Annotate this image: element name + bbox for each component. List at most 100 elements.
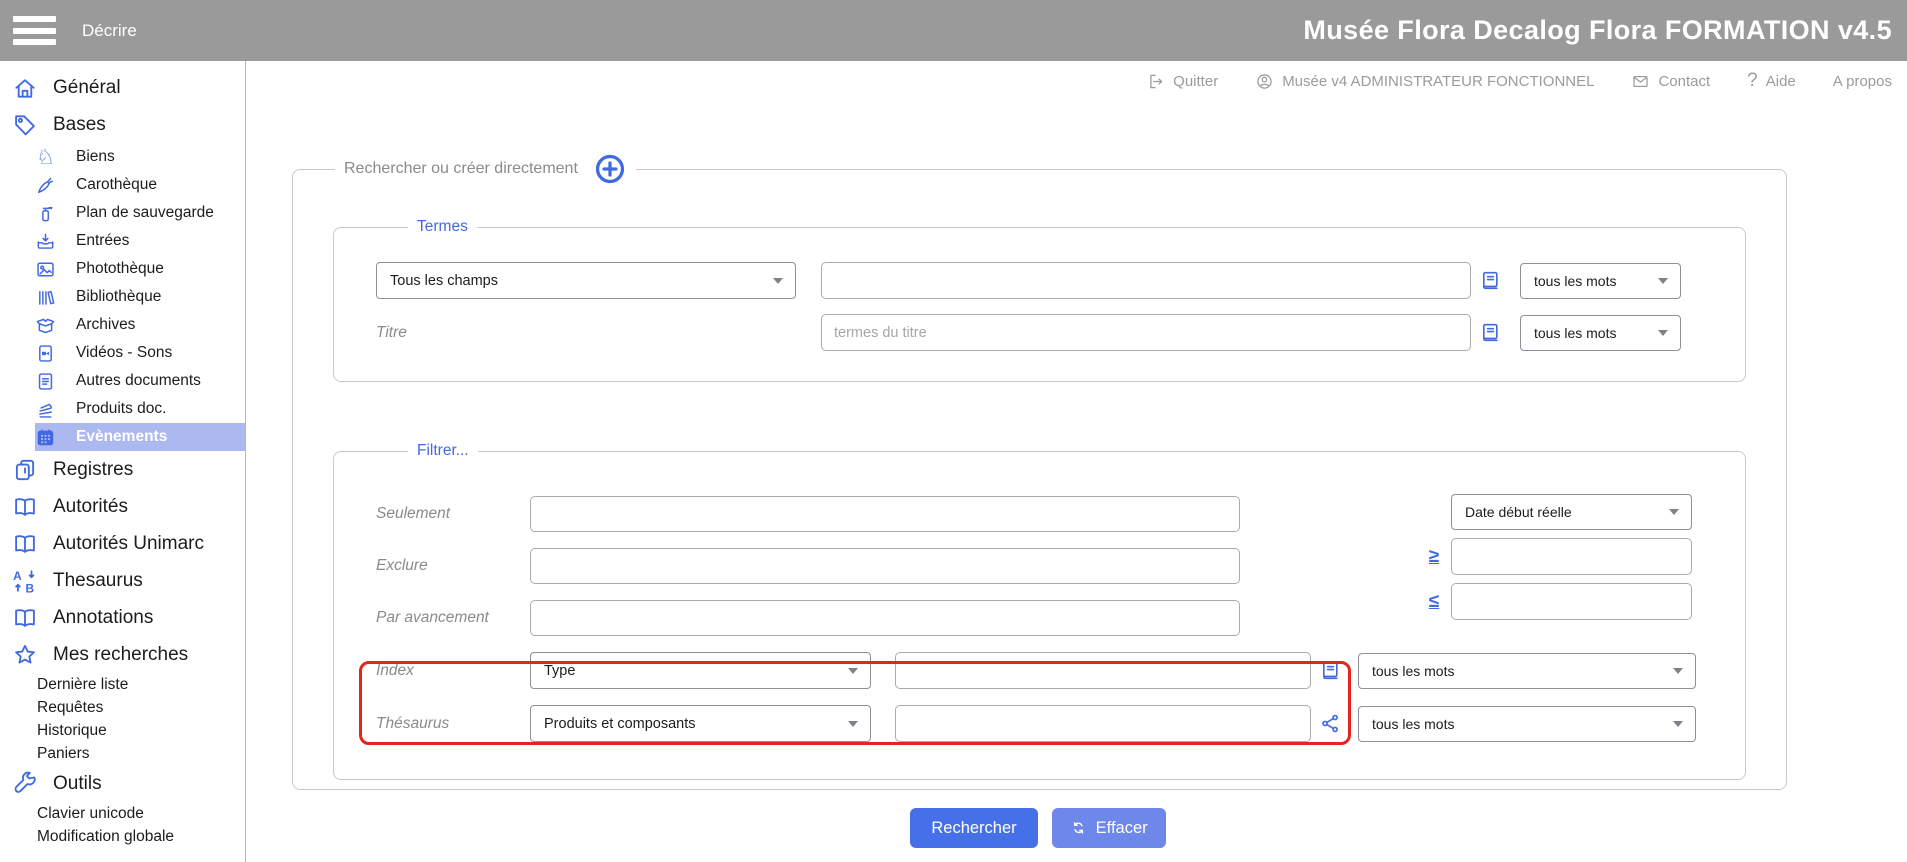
module-title: Décrire (82, 21, 137, 41)
add-button[interactable] (593, 152, 627, 186)
quitter-link[interactable]: Quitter (1146, 72, 1218, 91)
date-gte-input[interactable] (1451, 538, 1692, 575)
sidebar-item-mes-recherches[interactable]: Mes recherches (0, 636, 245, 673)
sidebar-item-biens[interactable]: ♘ Biens (35, 143, 245, 171)
sidebar-item-label: Autorités (53, 496, 128, 518)
thesaurus-input[interactable] (895, 705, 1311, 742)
sidebar-item-label: Plan de sauvegarde (76, 204, 214, 222)
rechercher-button[interactable]: Rechercher (910, 808, 1037, 848)
sidebar-item-label: Requêtes (37, 699, 103, 717)
field-select[interactable]: Tous les champs (376, 262, 796, 299)
termes-section: Termes Tous les champs tous les mots (333, 218, 1746, 382)
filtrer-section: Filtrer... Seulement Exclure Par avancem… (333, 442, 1746, 780)
envelope-icon (1631, 72, 1650, 91)
match-mode-select[interactable]: tous les mots (1520, 315, 1681, 351)
actions-bar: Rechercher Effacer (292, 808, 1784, 848)
sidebar-item-general[interactable]: Général (0, 69, 245, 106)
sidebar-item-label: Thesaurus (53, 570, 143, 592)
sidebar-item-label: Vidéos - Sons (76, 344, 172, 362)
termes-legend: Termes (408, 218, 477, 236)
date-type-value: Date début réelle (1465, 504, 1572, 520)
sidebar-item-paniers[interactable]: Paniers (0, 742, 245, 765)
aide-link[interactable]: ? Aide (1747, 70, 1796, 92)
sidebar-item-phototheque[interactable]: Photothèque (35, 255, 245, 283)
sidebar-item-requetes[interactable]: Requêtes (0, 696, 245, 719)
exclure-input[interactable] (530, 548, 1240, 584)
document-icon (35, 371, 56, 392)
field-select-value: Tous les champs (390, 273, 498, 289)
termes-row-all-fields: Tous les champs tous les mots (376, 262, 1745, 299)
sidebar-item-label: Evènements (76, 428, 167, 446)
search-panel: Rechercher ou créer directement Termes T… (292, 152, 1787, 790)
effacer-button[interactable]: Effacer (1052, 808, 1166, 848)
calendar-icon (35, 427, 56, 448)
a-propos-link[interactable]: A propos (1833, 73, 1892, 90)
image-icon (35, 259, 56, 280)
less-equal-link[interactable]: ≤ (1424, 591, 1444, 613)
statue-icon: ♘ (35, 147, 56, 168)
aide-label: Aide (1766, 73, 1796, 90)
sidebar-item-autorites[interactable]: Autorités (0, 488, 245, 525)
chevron-down-icon (848, 668, 858, 674)
date-lte-input[interactable] (1451, 583, 1692, 620)
fire-extinguisher-icon (35, 203, 56, 224)
match-mode-select[interactable]: tous les mots (1520, 263, 1681, 299)
registers-icon (12, 457, 38, 483)
sidebar-item-carotheque[interactable]: Carothèque (35, 171, 245, 199)
app-root: Décrire Musée Flora Decalog Flora FORMAT… (0, 0, 1907, 862)
sidebar-item-derniere-liste[interactable]: Dernière liste (0, 673, 245, 696)
terms-input[interactable] (821, 262, 1471, 299)
contact-link[interactable]: Contact (1631, 72, 1710, 91)
index-book-icon[interactable] (1479, 321, 1502, 344)
share-nodes-icon[interactable] (1319, 712, 1342, 735)
sidebar-item-clavier-unicode[interactable]: Clavier unicode (0, 802, 245, 825)
header-bar: Décrire Musée Flora Decalog Flora FORMAT… (0, 0, 1907, 61)
sidebar-item-bibliotheque[interactable]: Bibliothèque (35, 283, 245, 311)
index-book-icon[interactable] (1479, 269, 1502, 292)
sidebar-item-evenements[interactable]: Evènements (35, 423, 245, 451)
date-filter-column: Date début réelle ≥ ≤ (1424, 494, 1692, 620)
greater-equal-link[interactable]: ≥ (1424, 546, 1444, 568)
index-type-select[interactable]: Type (530, 652, 871, 689)
translate-icon: AB (12, 568, 38, 594)
sidebar-item-entrees[interactable]: Entrées (35, 227, 245, 255)
sidebar-item-bases[interactable]: Bases (0, 106, 245, 143)
filtrer-legend: Filtrer... (408, 442, 478, 460)
sidebar-item-produits-doc[interactable]: Produits doc. (35, 395, 245, 423)
question-icon: ? (1747, 70, 1758, 92)
sidebar-item-autorites-unimarc[interactable]: Autorités Unimarc (0, 525, 245, 562)
inbox-arrow-icon (35, 231, 56, 252)
sidebar-item-annotations[interactable]: Annotations (0, 599, 245, 636)
sidebar-item-registres[interactable]: Registres (0, 451, 245, 488)
chevron-down-icon (1669, 509, 1679, 515)
index-match-select[interactable]: tous les mots (1358, 653, 1696, 689)
date-type-select[interactable]: Date début réelle (1451, 494, 1692, 530)
effacer-label: Effacer (1096, 819, 1148, 838)
user-account[interactable]: Musée v4 ADMINISTRATEUR FONCTIONNEL (1255, 72, 1594, 91)
quitter-label: Quitter (1173, 73, 1218, 90)
sidebar-item-thesaurus[interactable]: AB Thesaurus (0, 562, 245, 599)
sidebar-item-autres-documents[interactable]: Autres documents (35, 367, 245, 395)
sidebar-item-label: Autorités Unimarc (53, 533, 204, 555)
svg-text:B: B (26, 581, 35, 594)
sidebar-item-archives[interactable]: Archives (35, 311, 245, 339)
sidebar-item-label: Carothèque (76, 176, 157, 194)
sidebar-item-historique[interactable]: Historique (0, 719, 245, 742)
titre-input[interactable] (821, 314, 1471, 351)
sidebar-item-outils[interactable]: Outils (0, 765, 245, 802)
sidebar-item-plan-de-sauvegarde[interactable]: Plan de sauvegarde (35, 199, 245, 227)
sidebar-item-videos-sons[interactable]: Vidéos - Sons (35, 339, 245, 367)
main-area: Quitter Musée v4 ADMINISTRATEUR FONCTION… (246, 61, 1907, 862)
carrot-icon (35, 175, 56, 196)
seulement-input[interactable] (530, 496, 1240, 532)
thesaurus-select-value: Produits et composants (544, 716, 696, 732)
menu-icon[interactable] (13, 16, 56, 45)
par-avancement-input[interactable] (530, 600, 1240, 636)
thesaurus-select[interactable]: Produits et composants (530, 705, 871, 742)
index-input[interactable] (895, 652, 1311, 689)
sidebar-item-modification-globale[interactable]: Modification globale (0, 825, 245, 848)
chevron-down-icon (1673, 668, 1683, 674)
index-book-icon[interactable] (1319, 659, 1342, 682)
index-match-value: tous les mots (1372, 663, 1454, 679)
thesaurus-match-select[interactable]: tous les mots (1358, 706, 1696, 742)
